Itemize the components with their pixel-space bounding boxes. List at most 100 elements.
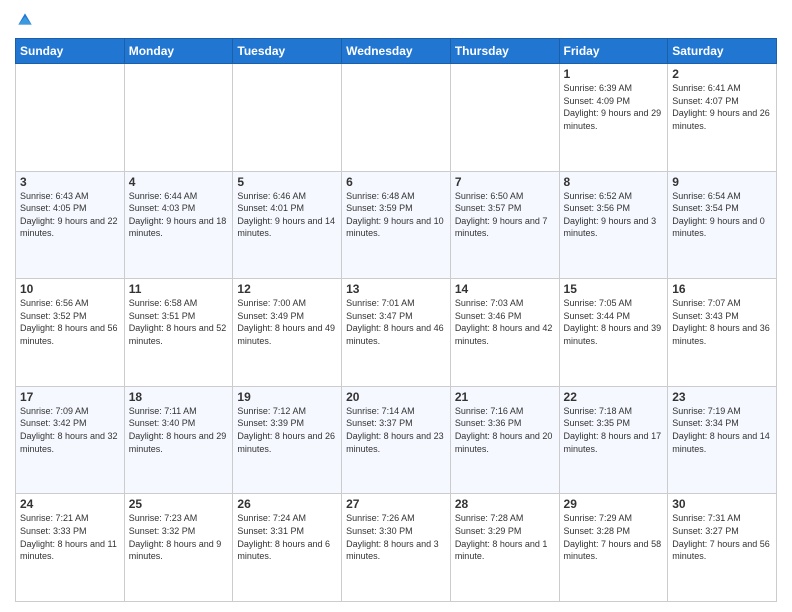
day-cell: 17Sunrise: 7:09 AM Sunset: 3:42 PM Dayli…: [16, 386, 125, 494]
day-info: Sunrise: 6:52 AM Sunset: 3:56 PM Dayligh…: [564, 190, 664, 240]
day-cell: 6Sunrise: 6:48 AM Sunset: 3:59 PM Daylig…: [342, 171, 451, 279]
day-cell: 27Sunrise: 7:26 AM Sunset: 3:30 PM Dayli…: [342, 494, 451, 602]
col-header-tuesday: Tuesday: [233, 39, 342, 64]
day-info: Sunrise: 7:03 AM Sunset: 3:46 PM Dayligh…: [455, 297, 555, 347]
day-info: Sunrise: 6:50 AM Sunset: 3:57 PM Dayligh…: [455, 190, 555, 240]
day-info: Sunrise: 6:39 AM Sunset: 4:09 PM Dayligh…: [564, 82, 664, 132]
day-number: 16: [672, 282, 772, 296]
day-number: 23: [672, 390, 772, 404]
day-cell: 20Sunrise: 7:14 AM Sunset: 3:37 PM Dayli…: [342, 386, 451, 494]
day-info: Sunrise: 7:19 AM Sunset: 3:34 PM Dayligh…: [672, 405, 772, 455]
day-cell: [233, 64, 342, 172]
day-info: Sunrise: 7:14 AM Sunset: 3:37 PM Dayligh…: [346, 405, 446, 455]
day-info: Sunrise: 7:23 AM Sunset: 3:32 PM Dayligh…: [129, 512, 229, 562]
day-cell: 18Sunrise: 7:11 AM Sunset: 3:40 PM Dayli…: [124, 386, 233, 494]
day-number: 22: [564, 390, 664, 404]
day-cell: 2Sunrise: 6:41 AM Sunset: 4:07 PM Daylig…: [668, 64, 777, 172]
day-number: 9: [672, 175, 772, 189]
day-cell: 24Sunrise: 7:21 AM Sunset: 3:33 PM Dayli…: [16, 494, 125, 602]
day-number: 4: [129, 175, 229, 189]
day-info: Sunrise: 7:12 AM Sunset: 3:39 PM Dayligh…: [237, 405, 337, 455]
day-cell: 1Sunrise: 6:39 AM Sunset: 4:09 PM Daylig…: [559, 64, 668, 172]
day-cell: 25Sunrise: 7:23 AM Sunset: 3:32 PM Dayli…: [124, 494, 233, 602]
day-cell: 15Sunrise: 7:05 AM Sunset: 3:44 PM Dayli…: [559, 279, 668, 387]
day-cell: 30Sunrise: 7:31 AM Sunset: 3:27 PM Dayli…: [668, 494, 777, 602]
day-info: Sunrise: 7:18 AM Sunset: 3:35 PM Dayligh…: [564, 405, 664, 455]
day-number: 2: [672, 67, 772, 81]
day-number: 13: [346, 282, 446, 296]
logo: [15, 10, 39, 30]
page: SundayMondayTuesdayWednesdayThursdayFrid…: [0, 0, 792, 612]
day-cell: 4Sunrise: 6:44 AM Sunset: 4:03 PM Daylig…: [124, 171, 233, 279]
day-info: Sunrise: 6:48 AM Sunset: 3:59 PM Dayligh…: [346, 190, 446, 240]
day-cell: 11Sunrise: 6:58 AM Sunset: 3:51 PM Dayli…: [124, 279, 233, 387]
day-info: Sunrise: 7:21 AM Sunset: 3:33 PM Dayligh…: [20, 512, 120, 562]
col-header-wednesday: Wednesday: [342, 39, 451, 64]
day-cell: 12Sunrise: 7:00 AM Sunset: 3:49 PM Dayli…: [233, 279, 342, 387]
col-header-sunday: Sunday: [16, 39, 125, 64]
day-info: Sunrise: 7:16 AM Sunset: 3:36 PM Dayligh…: [455, 405, 555, 455]
day-cell: 22Sunrise: 7:18 AM Sunset: 3:35 PM Dayli…: [559, 386, 668, 494]
day-number: 26: [237, 497, 337, 511]
day-number: 24: [20, 497, 120, 511]
day-info: Sunrise: 7:29 AM Sunset: 3:28 PM Dayligh…: [564, 512, 664, 562]
calendar-header-row: SundayMondayTuesdayWednesdayThursdayFrid…: [16, 39, 777, 64]
week-row-2: 3Sunrise: 6:43 AM Sunset: 4:05 PM Daylig…: [16, 171, 777, 279]
day-info: Sunrise: 6:54 AM Sunset: 3:54 PM Dayligh…: [672, 190, 772, 240]
day-cell: [342, 64, 451, 172]
day-cell: 3Sunrise: 6:43 AM Sunset: 4:05 PM Daylig…: [16, 171, 125, 279]
col-header-friday: Friday: [559, 39, 668, 64]
day-info: Sunrise: 7:07 AM Sunset: 3:43 PM Dayligh…: [672, 297, 772, 347]
day-number: 17: [20, 390, 120, 404]
week-row-3: 10Sunrise: 6:56 AM Sunset: 3:52 PM Dayli…: [16, 279, 777, 387]
day-number: 7: [455, 175, 555, 189]
day-number: 29: [564, 497, 664, 511]
day-cell: [16, 64, 125, 172]
day-info: Sunrise: 7:24 AM Sunset: 3:31 PM Dayligh…: [237, 512, 337, 562]
day-number: 20: [346, 390, 446, 404]
day-info: Sunrise: 7:09 AM Sunset: 3:42 PM Dayligh…: [20, 405, 120, 455]
calendar-table: SundayMondayTuesdayWednesdayThursdayFrid…: [15, 38, 777, 602]
day-number: 11: [129, 282, 229, 296]
day-number: 1: [564, 67, 664, 81]
day-number: 14: [455, 282, 555, 296]
day-cell: [450, 64, 559, 172]
col-header-thursday: Thursday: [450, 39, 559, 64]
day-number: 21: [455, 390, 555, 404]
day-cell: 16Sunrise: 7:07 AM Sunset: 3:43 PM Dayli…: [668, 279, 777, 387]
day-number: 25: [129, 497, 229, 511]
day-number: 15: [564, 282, 664, 296]
day-cell: 29Sunrise: 7:29 AM Sunset: 3:28 PM Dayli…: [559, 494, 668, 602]
day-cell: [124, 64, 233, 172]
week-row-5: 24Sunrise: 7:21 AM Sunset: 3:33 PM Dayli…: [16, 494, 777, 602]
day-info: Sunrise: 7:01 AM Sunset: 3:47 PM Dayligh…: [346, 297, 446, 347]
day-info: Sunrise: 7:05 AM Sunset: 3:44 PM Dayligh…: [564, 297, 664, 347]
day-cell: 19Sunrise: 7:12 AM Sunset: 3:39 PM Dayli…: [233, 386, 342, 494]
day-cell: 9Sunrise: 6:54 AM Sunset: 3:54 PM Daylig…: [668, 171, 777, 279]
day-cell: 5Sunrise: 6:46 AM Sunset: 4:01 PM Daylig…: [233, 171, 342, 279]
week-row-1: 1Sunrise: 6:39 AM Sunset: 4:09 PM Daylig…: [16, 64, 777, 172]
day-number: 8: [564, 175, 664, 189]
day-number: 10: [20, 282, 120, 296]
day-info: Sunrise: 7:26 AM Sunset: 3:30 PM Dayligh…: [346, 512, 446, 562]
col-header-saturday: Saturday: [668, 39, 777, 64]
day-cell: 10Sunrise: 6:56 AM Sunset: 3:52 PM Dayli…: [16, 279, 125, 387]
header: [15, 10, 777, 30]
day-number: 5: [237, 175, 337, 189]
day-info: Sunrise: 6:43 AM Sunset: 4:05 PM Dayligh…: [20, 190, 120, 240]
day-number: 3: [20, 175, 120, 189]
day-info: Sunrise: 7:00 AM Sunset: 3:49 PM Dayligh…: [237, 297, 337, 347]
day-cell: 14Sunrise: 7:03 AM Sunset: 3:46 PM Dayli…: [450, 279, 559, 387]
day-info: Sunrise: 6:58 AM Sunset: 3:51 PM Dayligh…: [129, 297, 229, 347]
week-row-4: 17Sunrise: 7:09 AM Sunset: 3:42 PM Dayli…: [16, 386, 777, 494]
day-number: 19: [237, 390, 337, 404]
day-info: Sunrise: 6:56 AM Sunset: 3:52 PM Dayligh…: [20, 297, 120, 347]
day-info: Sunrise: 7:31 AM Sunset: 3:27 PM Dayligh…: [672, 512, 772, 562]
day-cell: 13Sunrise: 7:01 AM Sunset: 3:47 PM Dayli…: [342, 279, 451, 387]
day-info: Sunrise: 7:11 AM Sunset: 3:40 PM Dayligh…: [129, 405, 229, 455]
day-info: Sunrise: 6:41 AM Sunset: 4:07 PM Dayligh…: [672, 82, 772, 132]
day-number: 28: [455, 497, 555, 511]
day-cell: 7Sunrise: 6:50 AM Sunset: 3:57 PM Daylig…: [450, 171, 559, 279]
col-header-monday: Monday: [124, 39, 233, 64]
day-info: Sunrise: 6:46 AM Sunset: 4:01 PM Dayligh…: [237, 190, 337, 240]
